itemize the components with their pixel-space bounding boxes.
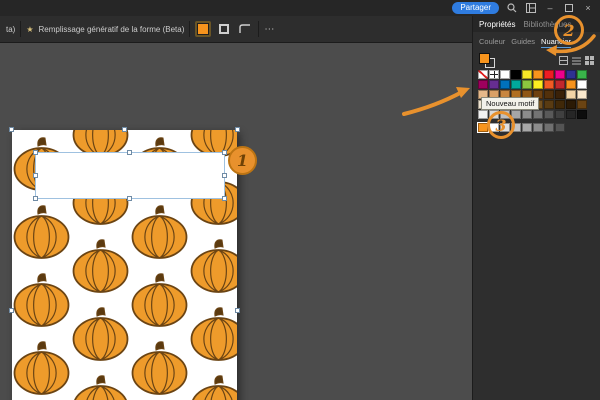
annotation-step-1: 1 bbox=[228, 146, 257, 175]
swatch[interactable] bbox=[544, 70, 554, 79]
selection-handle[interactable] bbox=[127, 150, 132, 155]
swatch[interactable] bbox=[489, 70, 499, 79]
swatch[interactable] bbox=[500, 70, 510, 79]
fill-proxy bbox=[479, 53, 490, 64]
selection-handle[interactable] bbox=[33, 150, 38, 155]
fill-stroke-indicator[interactable] bbox=[479, 53, 495, 68]
close-icon[interactable]: × bbox=[582, 2, 594, 14]
selection-handle[interactable] bbox=[222, 173, 227, 178]
swatch[interactable] bbox=[544, 80, 554, 89]
swatch-kinds-icon[interactable] bbox=[559, 55, 568, 65]
selection-handle[interactable] bbox=[222, 150, 227, 155]
swatch[interactable] bbox=[566, 80, 576, 89]
swatch[interactable] bbox=[522, 80, 532, 89]
selection-handle[interactable] bbox=[235, 127, 240, 132]
grid-view-icon[interactable] bbox=[585, 55, 594, 65]
swatch[interactable] bbox=[577, 110, 587, 119]
swatch-grid bbox=[473, 68, 600, 119]
fill-color-button[interactable] bbox=[195, 21, 212, 37]
swatch[interactable] bbox=[566, 90, 576, 99]
workspace-switcher-icon[interactable] bbox=[525, 2, 537, 14]
restore-icon[interactable] bbox=[563, 2, 575, 14]
pattern-swatch[interactable] bbox=[522, 123, 532, 132]
swatch[interactable] bbox=[544, 110, 554, 119]
swatch[interactable] bbox=[577, 80, 587, 89]
pattern-swatch[interactable] bbox=[544, 123, 554, 132]
stroke-color-button[interactable] bbox=[216, 21, 232, 37]
share-button[interactable]: Partager bbox=[452, 2, 499, 14]
swatch[interactable] bbox=[577, 90, 587, 99]
more-options-button[interactable]: ⋯ bbox=[264, 24, 274, 35]
swatch[interactable] bbox=[544, 100, 554, 109]
tooltip: Nouveau motif bbox=[481, 97, 540, 110]
swatch[interactable] bbox=[500, 80, 510, 89]
document-area: ta) ★ Remplissage génératif de la forme … bbox=[0, 16, 472, 400]
tab-color[interactable]: Couleur bbox=[479, 37, 505, 48]
swatch[interactable] bbox=[522, 70, 532, 79]
swatch[interactable] bbox=[566, 110, 576, 119]
annotation-step-2: 2 bbox=[554, 15, 584, 45]
stroke-color-chip bbox=[219, 24, 230, 34]
search-icon[interactable] bbox=[506, 2, 518, 14]
clipped-dropdown[interactable]: ta) bbox=[6, 25, 15, 34]
divider bbox=[20, 21, 22, 37]
swatch[interactable] bbox=[489, 80, 499, 89]
selection-handle[interactable] bbox=[9, 127, 14, 132]
selection-handle[interactable] bbox=[222, 196, 227, 201]
white-rectangle[interactable] bbox=[33, 150, 227, 201]
swatch[interactable] bbox=[577, 100, 587, 109]
selection-handle[interactable] bbox=[122, 127, 127, 132]
swatch[interactable] bbox=[555, 110, 565, 119]
swatch[interactable] bbox=[555, 80, 565, 89]
main-area: ta) ★ Remplissage génératif de la forme … bbox=[0, 16, 600, 400]
control-bar: ta) ★ Remplissage génératif de la forme … bbox=[0, 16, 472, 43]
tab-properties[interactable]: Propriétés bbox=[479, 20, 515, 29]
artboard[interactable] bbox=[9, 127, 240, 400]
divider bbox=[189, 21, 191, 37]
minimize-icon[interactable]: – bbox=[544, 2, 556, 14]
generative-fill-label: Remplissage génératif de la forme (Beta) bbox=[38, 24, 185, 34]
selection-handle[interactable] bbox=[33, 173, 38, 178]
fill-color-chip bbox=[197, 23, 210, 35]
swatch[interactable] bbox=[522, 110, 532, 119]
swatch[interactable] bbox=[478, 70, 488, 79]
swatch-toolbar bbox=[473, 50, 600, 68]
selection-handle[interactable] bbox=[9, 308, 14, 313]
generative-fill-icon: ★ bbox=[26, 24, 34, 34]
pattern-swatch[interactable] bbox=[555, 123, 565, 132]
selection-handle[interactable] bbox=[33, 196, 38, 201]
selection-handle[interactable] bbox=[235, 308, 240, 313]
list-view-icon[interactable] bbox=[572, 56, 581, 65]
swatch[interactable] bbox=[533, 110, 543, 119]
swatch[interactable] bbox=[566, 70, 576, 79]
pattern-swatch[interactable] bbox=[533, 123, 543, 132]
swatch[interactable] bbox=[533, 70, 543, 79]
swatch[interactable] bbox=[555, 100, 565, 109]
tab-guides[interactable]: Guides bbox=[511, 37, 535, 48]
annotation-step-3: 3 bbox=[487, 111, 515, 139]
swatch[interactable] bbox=[555, 70, 565, 79]
swatch-view-icons bbox=[559, 55, 594, 65]
swatch[interactable] bbox=[511, 80, 521, 89]
swatch[interactable] bbox=[577, 70, 587, 79]
swatch[interactable] bbox=[566, 100, 576, 109]
divider bbox=[258, 21, 260, 37]
properties-panel: Propriétés Bibliothèques Couleur Guides … bbox=[472, 16, 600, 400]
swatch[interactable] bbox=[544, 90, 554, 99]
swatch[interactable] bbox=[478, 110, 488, 119]
app-topbar: Partager – × bbox=[0, 0, 600, 16]
selection-handle[interactable] bbox=[127, 196, 132, 201]
stroke-options-button[interactable] bbox=[237, 21, 253, 37]
swatch[interactable] bbox=[478, 80, 488, 89]
swatch[interactable] bbox=[511, 70, 521, 79]
swatch[interactable] bbox=[533, 80, 543, 89]
canvas[interactable] bbox=[0, 43, 472, 400]
swatch[interactable] bbox=[555, 90, 565, 99]
